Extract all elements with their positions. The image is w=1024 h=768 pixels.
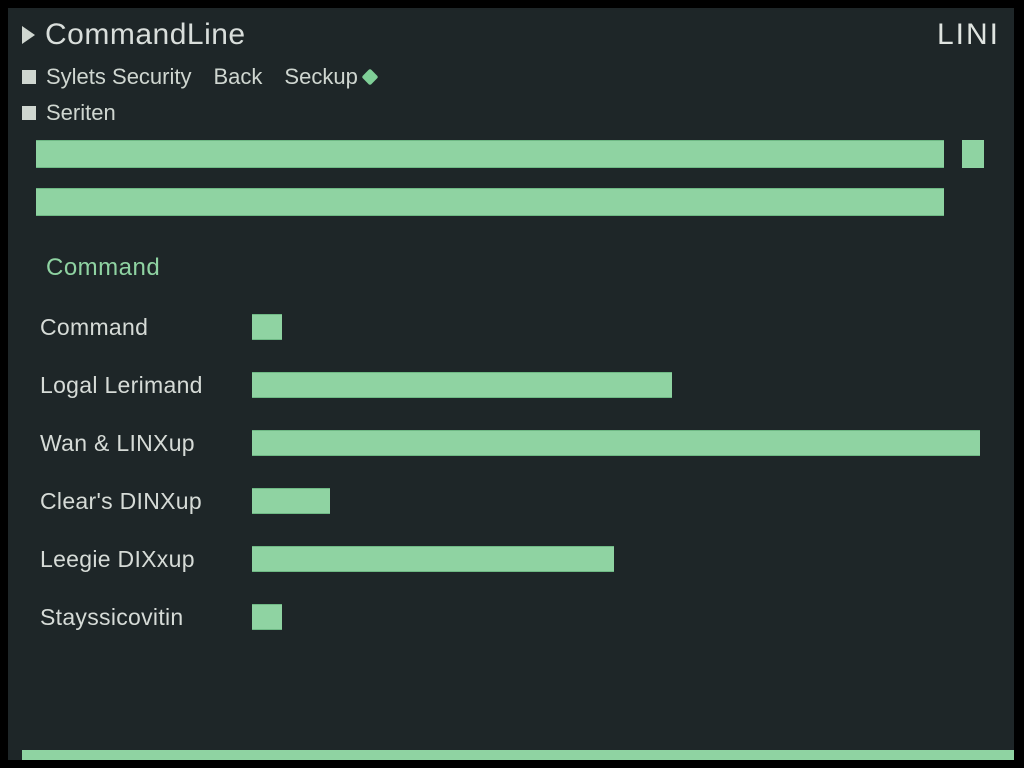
list-item-bar[interactable]	[252, 430, 980, 456]
list-item-bar[interactable]	[252, 546, 614, 572]
subitem-label: Seriten	[46, 100, 116, 126]
tab-security[interactable]: Sylets Security	[22, 64, 192, 90]
list-item-label: Wan & LINXup	[40, 430, 252, 457]
square-bullet-icon	[22, 70, 36, 84]
square-bullet-icon	[22, 106, 36, 120]
bars-area: Command Command Logal Lerimand Wan & LIN…	[8, 126, 1014, 646]
subitem-seriten[interactable]: Seriten	[8, 90, 1014, 126]
list-item-bar[interactable]	[252, 604, 282, 630]
tab-label: Back	[214, 64, 263, 90]
list-item: Wan & LINXup	[40, 414, 1002, 472]
progress-bar-2[interactable]	[36, 188, 944, 216]
list-item: Stayssicovitin	[40, 588, 1002, 646]
title-left-group: CommandLine	[22, 18, 246, 52]
top-bar-row-2	[36, 188, 1002, 216]
tab-label: Seckup	[284, 64, 357, 90]
command-list: Command Logal Lerimand Wan & LINXup Clea…	[36, 288, 1002, 646]
list-item: Leegie DIXxup	[40, 530, 1002, 588]
list-item: Clear's DINXup	[40, 472, 1002, 530]
list-item-bar[interactable]	[252, 372, 672, 398]
tab-row: Sylets Security Back Seckup	[8, 56, 1014, 90]
chevron-right-icon[interactable]	[22, 26, 35, 44]
list-item: Logal Lerimand	[40, 356, 1002, 414]
mini-indicator-1	[962, 140, 984, 168]
tab-label: Sylets Security	[46, 64, 192, 90]
tab-back[interactable]: Back	[214, 64, 263, 90]
list-item: Command	[40, 298, 1002, 356]
diamond-icon	[361, 69, 378, 86]
tab-seckup[interactable]: Seckup	[284, 64, 375, 90]
progress-bar-1[interactable]	[36, 140, 944, 168]
list-item-label: Command	[40, 314, 252, 341]
bottom-accent-stripe	[22, 750, 1014, 760]
section-label: Command	[36, 236, 1002, 288]
title-bar: CommandLine LINI	[8, 8, 1014, 56]
app-frame: CommandLine LINI Sylets Security Back Se…	[8, 8, 1014, 760]
list-item-bar[interactable]	[252, 314, 282, 340]
list-item-label: Logal Lerimand	[40, 372, 252, 399]
list-item-label: Stayssicovitin	[40, 604, 252, 631]
list-item-label: Clear's DINXup	[40, 488, 252, 515]
list-item-bar[interactable]	[252, 488, 330, 514]
list-item-label: Leegie DIXxup	[40, 546, 252, 573]
top-bar-row-1	[36, 140, 1002, 168]
app-title: CommandLine	[45, 18, 246, 52]
right-header-label: LINI	[937, 18, 1000, 52]
